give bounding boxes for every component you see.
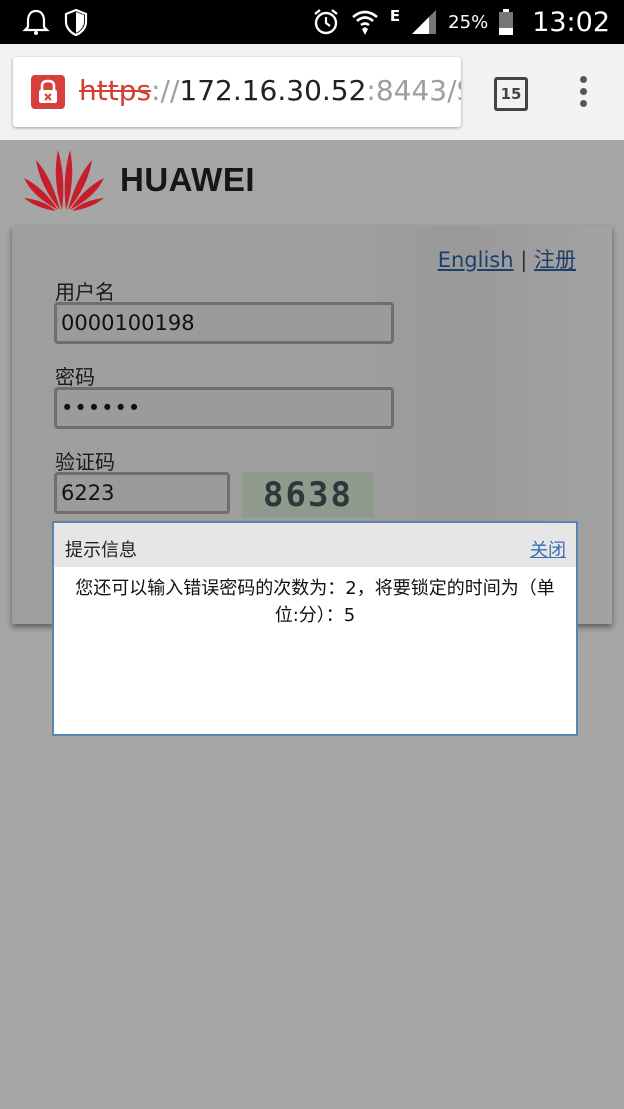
captcha-label: 验证码 bbox=[55, 450, 115, 474]
dialog-message: 您还可以输入错误密码的次数为：2，将要锁定的时间为（单位:分）：5 bbox=[75, 578, 555, 626]
signal-strength-icon bbox=[412, 10, 437, 34]
english-link[interactable]: English bbox=[438, 248, 514, 272]
url-scheme: https bbox=[79, 74, 152, 107]
captcha-image[interactable]: 8638 bbox=[242, 472, 374, 518]
top-links: English | 注册 bbox=[438, 244, 576, 274]
dialog-title: 提示信息 bbox=[65, 540, 137, 561]
password-label: 密码 bbox=[55, 365, 95, 389]
captcha-input[interactable]: 6223 bbox=[54, 472, 230, 514]
shield-icon bbox=[64, 8, 88, 36]
alert-dialog: 提示信息 关闭 您还可以输入错误密码的次数为：2，将要锁定的时间为（单位:分）：… bbox=[52, 521, 578, 736]
browser-toolbar: https://172.16.30.52:8443/S 15 bbox=[0, 44, 624, 140]
huawei-logo: HUAWEI bbox=[22, 148, 255, 212]
wifi-icon bbox=[352, 10, 378, 35]
status-bar: E 25% 13:02 bbox=[0, 0, 624, 44]
insecure-lock-icon[interactable] bbox=[31, 75, 65, 109]
battery-percent: 25% bbox=[448, 11, 489, 33]
notification-bell-icon bbox=[22, 9, 50, 35]
url-host: 172.16.30.52 bbox=[179, 74, 367, 107]
url-text[interactable]: https://172.16.30.52:8443/S bbox=[79, 74, 461, 107]
status-right-icons: E 25% 13:02 bbox=[312, 4, 610, 40]
tab-switcher-button[interactable]: 15 bbox=[494, 77, 528, 111]
url-separator: :// bbox=[151, 74, 180, 107]
status-left-icons bbox=[22, 8, 88, 36]
username-label: 用户名 bbox=[55, 280, 115, 304]
huawei-petals-icon bbox=[24, 150, 104, 211]
dialog-close-link[interactable]: 关闭 bbox=[530, 536, 566, 562]
clock: 13:02 bbox=[532, 6, 610, 38]
brand-name: HUAWEI bbox=[120, 161, 255, 198]
link-separator: | bbox=[520, 248, 528, 272]
address-bar[interactable]: https://172.16.30.52:8443/S bbox=[13, 57, 461, 127]
network-type-label: E bbox=[389, 7, 401, 25]
url-path: :8443/S bbox=[366, 74, 461, 107]
dialog-header: 提示信息 关闭 bbox=[54, 523, 576, 567]
alarm-clock-icon bbox=[314, 9, 338, 35]
username-input[interactable]: 0000100198 bbox=[54, 302, 394, 344]
register-link[interactable]: 注册 bbox=[534, 248, 576, 272]
password-input[interactable]: •••••• bbox=[54, 387, 394, 429]
overflow-menu-icon[interactable] bbox=[578, 76, 588, 110]
battery-icon bbox=[499, 9, 514, 35]
